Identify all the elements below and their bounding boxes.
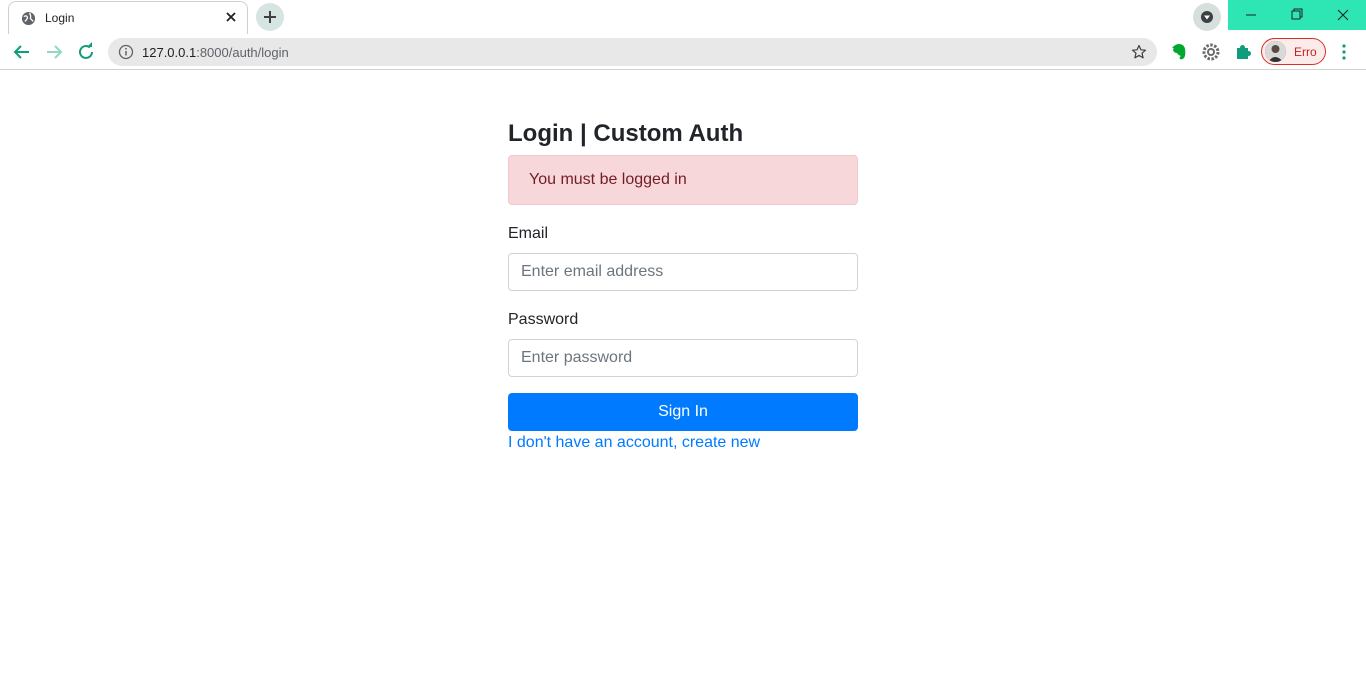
back-arrow-icon: [13, 45, 29, 59]
profile-button[interactable]: Erro: [1261, 38, 1326, 65]
avatar: [1265, 41, 1286, 62]
tab-search-button[interactable]: [1193, 3, 1221, 31]
login-form: Login | Custom Auth You must be logged i…: [508, 117, 858, 452]
close-icon[interactable]: [223, 9, 239, 25]
star-icon[interactable]: [1131, 44, 1147, 60]
new-tab-button[interactable]: [256, 3, 284, 31]
restore-button[interactable]: [1274, 0, 1320, 30]
sign-in-button[interactable]: Sign In: [508, 393, 858, 431]
puzzle-icon[interactable]: [1233, 42, 1253, 62]
settings-extension-icon[interactable]: [1201, 42, 1221, 62]
restore-icon: [1291, 8, 1303, 20]
tab-strip: Login: [0, 0, 1366, 34]
address-bar[interactable]: 127.0.0.1:8000/auth/login: [108, 38, 1157, 66]
back-button[interactable]: [10, 40, 34, 64]
tab-title: Login: [45, 11, 75, 25]
window-controls: [1228, 0, 1366, 30]
forward-button[interactable]: [42, 40, 66, 64]
page-content: Login | Custom Auth You must be logged i…: [0, 71, 1366, 684]
profile-name: Erro: [1294, 45, 1317, 59]
reload-button[interactable]: [74, 40, 98, 64]
minimize-icon: [1246, 14, 1256, 16]
email-field[interactable]: [508, 253, 858, 291]
reload-icon: [79, 42, 93, 59]
close-window-button[interactable]: [1320, 0, 1366, 30]
alert-danger: You must be logged in: [508, 155, 858, 205]
close-icon: [1337, 9, 1349, 21]
url-text: 127.0.0.1:8000/auth/login: [142, 45, 289, 60]
forward-arrow-icon: [47, 45, 63, 59]
password-field[interactable]: [508, 339, 858, 377]
browser-tab[interactable]: Login: [8, 1, 248, 34]
email-label: Email: [508, 225, 549, 242]
kebab-menu-icon[interactable]: [1336, 42, 1352, 62]
minimize-button[interactable]: [1228, 0, 1274, 30]
url-host: 127.0.0.1: [142, 45, 197, 60]
password-label: Password: [508, 311, 579, 328]
evernote-icon[interactable]: [1169, 42, 1189, 62]
plus-icon: [264, 11, 276, 23]
globe-icon: [21, 11, 36, 26]
chevron-down-icon: [1201, 11, 1213, 23]
register-link[interactable]: I don't have an account, create new: [508, 434, 858, 452]
browser-toolbar: 127.0.0.1:8000/auth/login Erro: [0, 34, 1366, 70]
url-path: :8000/auth/login: [196, 45, 289, 60]
info-icon[interactable]: [118, 44, 134, 60]
page-title: Login | Custom Auth: [508, 120, 744, 147]
